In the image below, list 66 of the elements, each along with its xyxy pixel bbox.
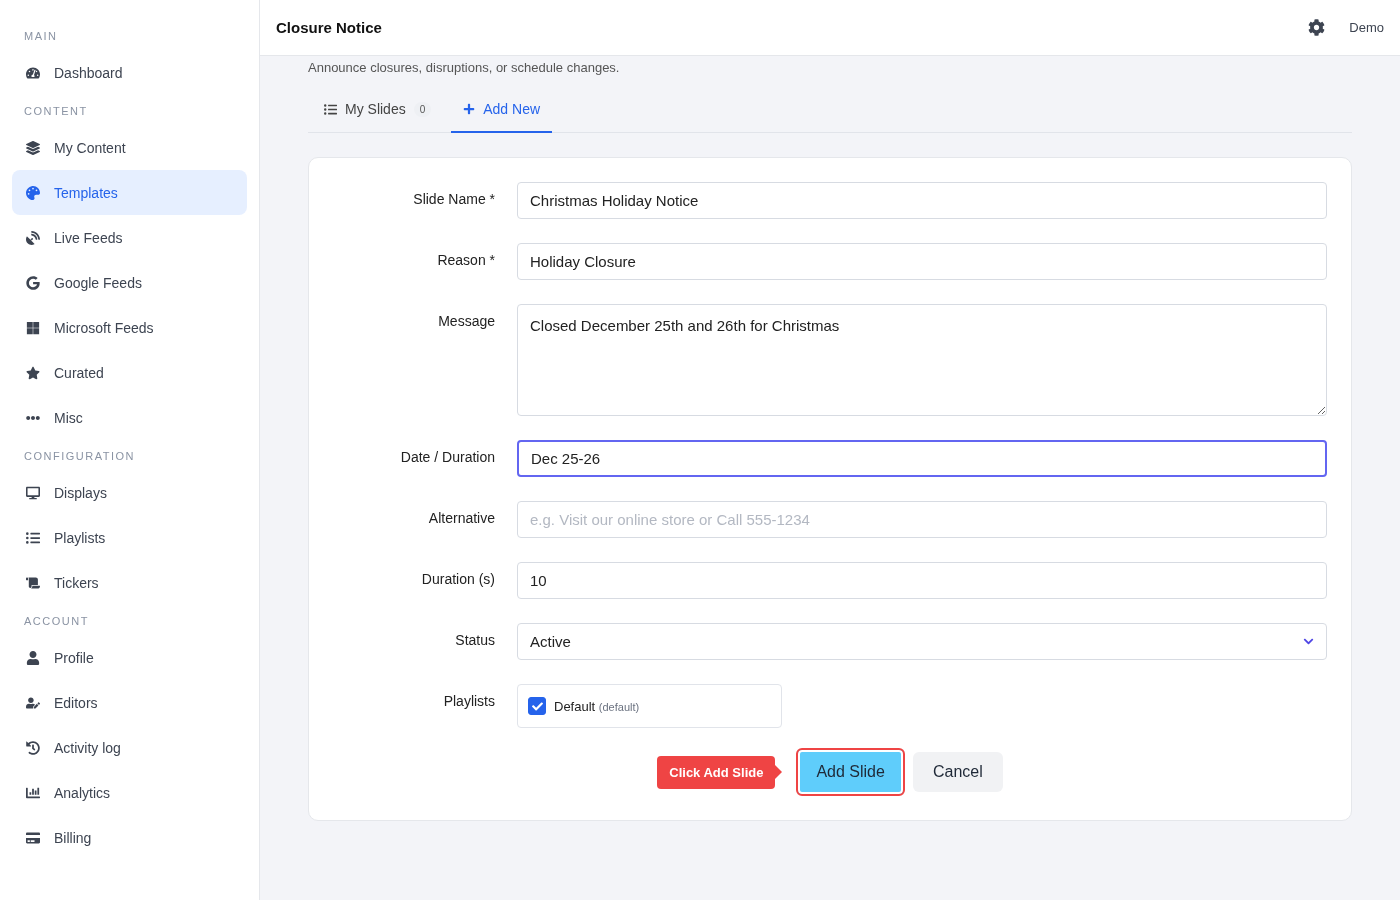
checkmark-icon bbox=[531, 700, 543, 712]
message-field[interactable]: Closed December 25th and 26th for Christmas bbox=[517, 304, 1327, 416]
field-label: Duration (s) bbox=[420, 570, 495, 587]
chevron-down-icon bbox=[1303, 636, 1314, 647]
windows-icon bbox=[26, 320, 40, 335]
page-subtitle: Announce closures, disruptions, or schedule changes. bbox=[308, 60, 621, 75]
text-field[interactable]: 10 bbox=[517, 562, 1327, 599]
sidebar-item[interactable]: Billing bbox=[12, 815, 247, 860]
scroll-icon bbox=[26, 575, 40, 590]
section-heading: CONTENT bbox=[23, 104, 89, 119]
field-label: Message bbox=[437, 312, 495, 329]
page-title: Closure Notice bbox=[276, 19, 383, 36]
text-field[interactable]: e.g. Visit our online store or Call 555-1234 bbox=[517, 501, 1327, 538]
google-icon bbox=[26, 275, 40, 290]
sidebar-item[interactable]: Google Feeds bbox=[12, 260, 247, 305]
sidebar-item[interactable]: Analytics bbox=[12, 770, 247, 815]
sidebar-item[interactable]: Dashboard bbox=[12, 50, 247, 95]
tooltip: Click Add Slide bbox=[657, 755, 783, 789]
status-select[interactable]: Active bbox=[517, 623, 1327, 660]
tab[interactable]: My Slides 0 bbox=[312, 101, 444, 133]
sidebar-item[interactable]: Activity log bbox=[12, 725, 247, 770]
user-name[interactable]: Demo bbox=[1349, 20, 1384, 35]
field-label: Alternative bbox=[427, 509, 495, 526]
chart-icon bbox=[26, 785, 40, 800]
layers-icon bbox=[26, 140, 40, 155]
count-badge: 0 bbox=[413, 101, 432, 117]
dashboard-icon bbox=[26, 65, 40, 80]
cancel-button[interactable]: Cancel bbox=[912, 752, 1003, 792]
history-icon bbox=[26, 740, 40, 755]
list-icon bbox=[324, 102, 337, 116]
field-label: Reason * bbox=[436, 251, 495, 268]
sidebar-item[interactable]: Misc bbox=[12, 395, 247, 440]
user-icon bbox=[26, 650, 40, 665]
sidebar-item[interactable]: Playlists bbox=[12, 515, 247, 560]
sidebar-item[interactable]: Tickers bbox=[12, 560, 247, 605]
field-label: Status bbox=[454, 631, 495, 648]
field-label: Date / Duration bbox=[399, 448, 495, 465]
palette-icon bbox=[26, 185, 40, 200]
section-heading: ACCOUNT bbox=[23, 614, 90, 629]
text-field[interactable]: Christmas Holiday Notice bbox=[517, 182, 1327, 219]
satellite-dish-icon bbox=[26, 230, 40, 245]
tab[interactable]: Add New bbox=[451, 101, 553, 133]
checkbox[interactable] bbox=[528, 697, 546, 715]
sidebar-item[interactable]: Curated bbox=[12, 350, 247, 395]
list-icon bbox=[26, 530, 40, 545]
sidebar-item[interactable]: Templates bbox=[12, 170, 247, 215]
section-heading: CONFIGURATION bbox=[23, 449, 136, 464]
credit-card-icon bbox=[26, 830, 40, 845]
settings-icon[interactable] bbox=[1308, 19, 1326, 36]
sidebar-item[interactable]: Profile bbox=[12, 635, 247, 680]
sidebar-item[interactable]: Displays bbox=[12, 470, 247, 515]
section-heading: MAIN bbox=[23, 29, 59, 44]
field-label: Slide Name * bbox=[412, 190, 495, 207]
plus-icon bbox=[463, 103, 476, 115]
checkbox-label: Default (default) bbox=[554, 698, 640, 714]
submit-button[interactable]: Add Slide bbox=[796, 748, 905, 796]
text-field[interactable]: Holiday Closure bbox=[517, 243, 1327, 280]
sidebar-item[interactable]: Microsoft Feeds bbox=[12, 305, 247, 350]
monitor-icon bbox=[26, 485, 40, 500]
user-edit-icon bbox=[26, 695, 40, 710]
sidebar-item[interactable]: My Content bbox=[12, 125, 247, 170]
sidebar-item[interactable]: Live Feeds bbox=[12, 215, 247, 260]
field-label: Playlists bbox=[442, 692, 495, 709]
star-icon bbox=[26, 365, 40, 380]
text-field[interactable]: Dec 25-26 bbox=[517, 440, 1327, 477]
sidebar-item[interactable]: Editors bbox=[12, 680, 247, 725]
